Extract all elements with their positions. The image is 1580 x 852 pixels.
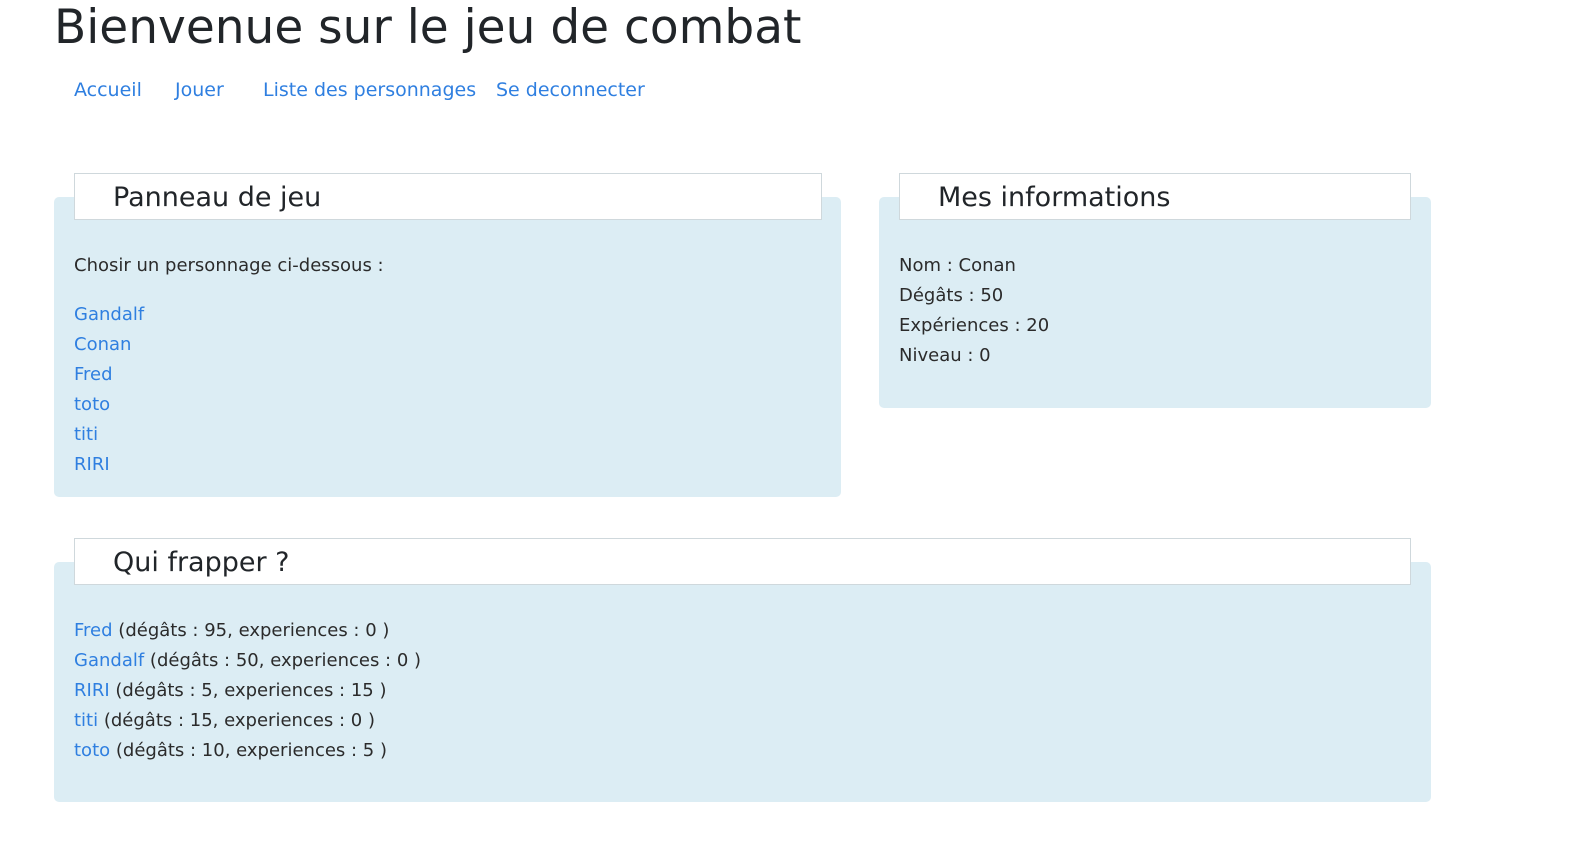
info-panel-title: Mes informations — [899, 173, 1411, 220]
target-details: (dégâts : 95, experiences : 0 ) — [118, 620, 390, 641]
target-row: Gandalf (dégâts : 50, experiences : 0 ) — [74, 646, 421, 676]
info-name: Nom : Conan — [899, 255, 1016, 276]
choose-character-prompt: Chosir un personnage ci-dessous : — [74, 255, 384, 276]
target-link-toto[interactable]: toto — [74, 740, 110, 761]
target-link-riri[interactable]: RIRI — [74, 680, 110, 701]
target-details: (dégâts : 15, experiences : 0 ) — [103, 710, 375, 731]
target-details: (dégâts : 50, experiences : 0 ) — [149, 650, 422, 671]
nav-link-se-deconnecter[interactable]: Se deconnecter — [496, 76, 645, 104]
character-link-fred[interactable]: Fred — [74, 360, 113, 390]
target-details: (dégâts : 5, experiences : 15 ) — [115, 680, 387, 701]
character-link-riri[interactable]: RIRI — [74, 450, 110, 480]
character-link-gandalf[interactable]: Gandalf — [74, 300, 144, 330]
info-niveau: Niveau : 0 — [899, 345, 991, 366]
nav-link-liste-personnages[interactable]: Liste des personnages — [263, 76, 476, 104]
hit-panel: Qui frapper ? Fred (dégâts : 95, experie… — [54, 538, 1431, 802]
page-title: Bienvenue sur le jeu de combat — [54, 0, 802, 55]
nav-link-jouer[interactable]: Jouer — [175, 76, 224, 104]
target-link-gandalf[interactable]: Gandalf — [74, 650, 144, 671]
character-link-conan[interactable]: Conan — [74, 330, 131, 360]
character-link-toto[interactable]: toto — [74, 390, 110, 420]
target-row: titi (dégâts : 15, experiences : 0 ) — [74, 706, 375, 736]
target-link-titi[interactable]: titi — [74, 710, 98, 731]
target-row: toto (dégâts : 10, experiences : 5 ) — [74, 736, 387, 766]
info-experiences: Expériences : 20 — [899, 315, 1050, 336]
game-panel: Panneau de jeu Chosir un personnage ci-d… — [54, 173, 841, 497]
nav-link-accueil[interactable]: Accueil — [74, 76, 142, 104]
character-link-titi[interactable]: titi — [74, 420, 98, 450]
target-row: RIRI (dégâts : 5, experiences : 15 ) — [74, 676, 387, 706]
info-panel: Mes informations Nom : Conan Dégâts : 50… — [879, 173, 1431, 408]
game-panel-title: Panneau de jeu — [74, 173, 822, 220]
hit-panel-title: Qui frapper ? — [74, 538, 1411, 585]
target-details: (dégâts : 10, experiences : 5 ) — [115, 740, 387, 761]
target-link-fred[interactable]: Fred — [74, 620, 113, 641]
info-degats: Dégâts : 50 — [899, 285, 1004, 306]
target-row: Fred (dégâts : 95, experiences : 0 ) — [74, 616, 389, 646]
